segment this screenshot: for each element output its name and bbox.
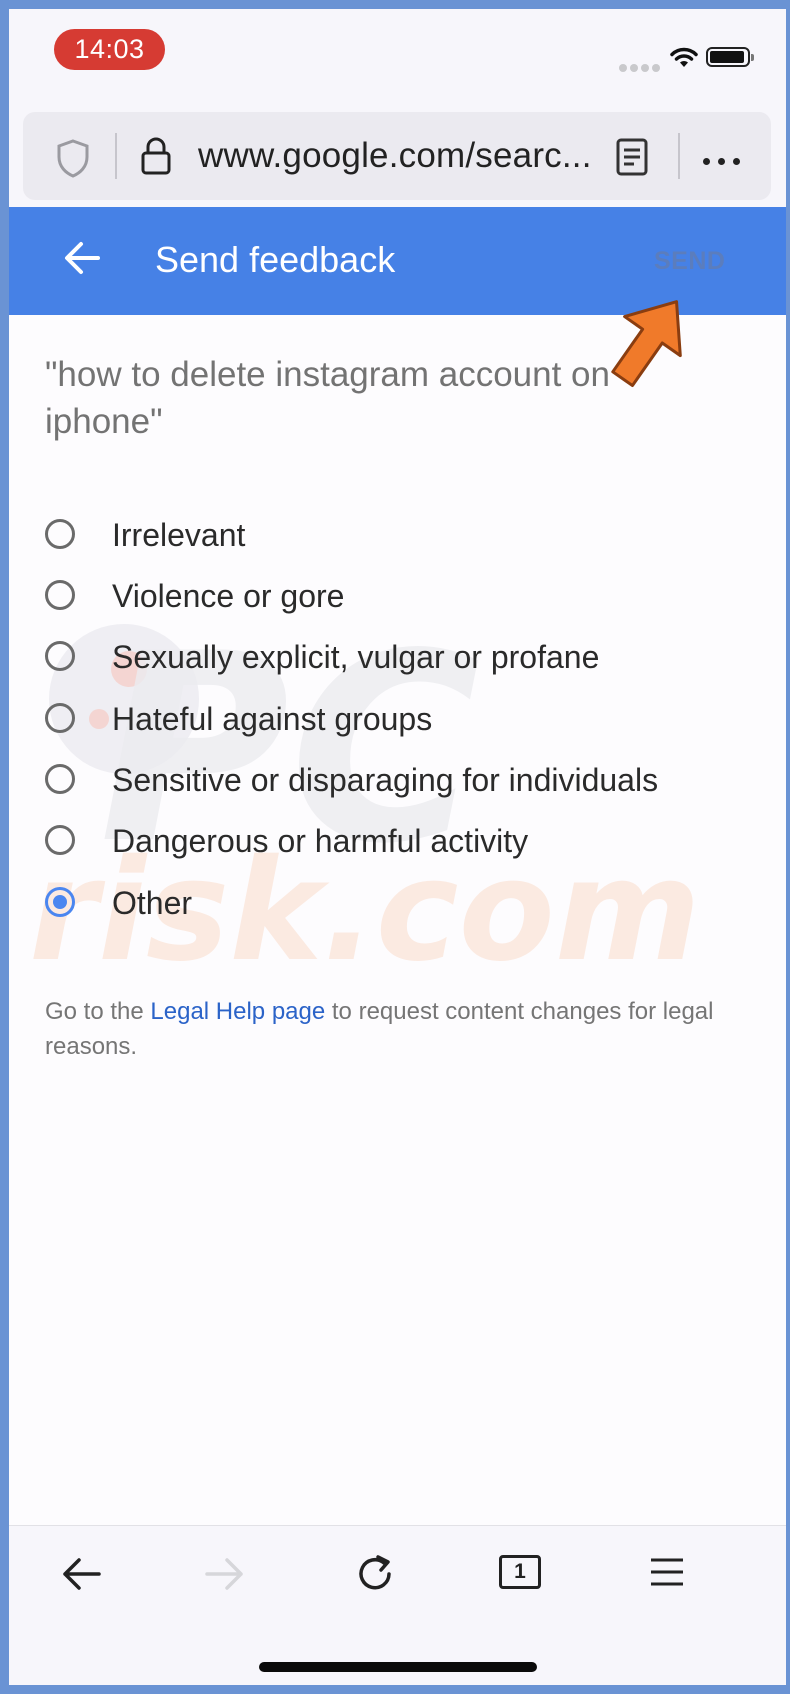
radio-button[interactable] [45, 519, 75, 549]
radio-button[interactable] [45, 764, 75, 794]
forward-icon [205, 1558, 243, 1590]
home-indicator [259, 1662, 537, 1672]
address-bar[interactable]: www.google.com/searc... [23, 112, 771, 200]
divider [678, 133, 680, 179]
browser-toolbar: 1 [9, 1525, 786, 1685]
tabs-button[interactable]: 1 [499, 1555, 541, 1589]
menu-icon[interactable] [649, 1556, 685, 1588]
option-dangerous[interactable]: Dangerous or harmful activity [45, 823, 745, 863]
pointer-arrow-icon [611, 300, 682, 388]
option-label: Irrelevant [112, 517, 246, 553]
divider [115, 133, 117, 179]
reload-icon[interactable] [354, 1553, 396, 1595]
radio-button[interactable] [45, 641, 75, 671]
more-options-icon[interactable] [703, 152, 748, 170]
option-label: Violence or gore [112, 578, 345, 614]
option-sexually-explicit[interactable]: Sexually explicit, vulgar or profane [45, 639, 745, 679]
radio-button[interactable] [45, 825, 75, 855]
browser-address-area: www.google.com/searc... [9, 109, 786, 215]
option-label: Other [112, 885, 193, 921]
option-label: Dangerous or harmful activity [112, 823, 529, 859]
option-other[interactable]: Other [45, 885, 745, 925]
option-irrelevant[interactable]: Irrelevant [45, 517, 745, 557]
option-violence[interactable]: Violence or gore [45, 578, 745, 618]
option-sensitive[interactable]: Sensitive or disparaging for individuals [45, 762, 745, 802]
lock-icon [141, 137, 171, 175]
status-bar: 14:03 [9, 9, 786, 109]
wifi-icon [670, 47, 698, 67]
send-button[interactable]: SEND [654, 243, 725, 279]
option-label: Sexually explicit, vulgar or profane [112, 639, 600, 675]
legal-note: Go to the Legal Help page to request con… [45, 994, 745, 1064]
url-text[interactable]: www.google.com/searc... [198, 134, 592, 178]
shield-icon[interactable] [55, 138, 91, 178]
reader-mode-icon[interactable] [616, 138, 648, 176]
legal-prefix: Go to the [45, 998, 151, 1025]
back-arrow-icon[interactable] [64, 241, 100, 275]
battery-icon [706, 47, 754, 67]
option-hateful[interactable]: Hateful against groups [45, 701, 745, 741]
radio-button[interactable] [45, 703, 75, 733]
option-label: Hateful against groups [112, 701, 433, 737]
option-label: Sensitive or disparaging for individuals [112, 762, 659, 798]
status-time: 14:03 [54, 29, 165, 70]
search-query: "how to delete instagram account on ipho… [45, 355, 610, 441]
radio-button-checked[interactable] [45, 887, 75, 917]
page-title: Send feedback [155, 239, 396, 280]
back-icon[interactable] [61, 1556, 101, 1592]
phone-screen: 14:03 www.google.com/searc... Send feedb… [9, 9, 786, 1685]
radio-button[interactable] [45, 580, 75, 610]
legal-help-link[interactable]: Legal Help page [150, 998, 325, 1025]
cellular-signal-icon [619, 59, 663, 77]
